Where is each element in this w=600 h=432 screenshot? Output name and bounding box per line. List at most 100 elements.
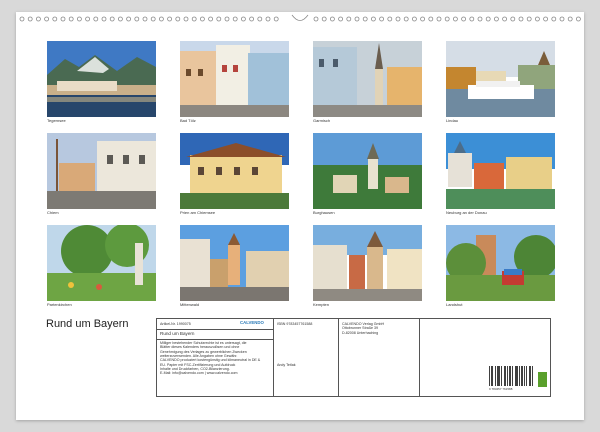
photo-caption: Prien am Chiemsee (180, 210, 216, 215)
fsc-badge (538, 372, 547, 387)
barcode-bar (524, 366, 525, 386)
photo-caption: Bad Tölz (180, 118, 196, 123)
photo-caption: Lindau (446, 118, 459, 123)
binding-ring (469, 16, 475, 22)
binding-ring (403, 16, 409, 22)
barcode-bar (526, 366, 527, 386)
binding-ring (27, 16, 33, 22)
barcode-bar (532, 366, 533, 386)
barcode-bar (517, 366, 518, 386)
photo-caption: Mittenwald (180, 302, 200, 307)
photo-lindau (446, 41, 555, 117)
binding-ring (510, 16, 516, 22)
photo-partenkirchen (47, 225, 156, 301)
binding-ring (428, 16, 434, 22)
binding-ring (257, 16, 263, 22)
binding-ring (101, 16, 107, 22)
publisher-line: D-82008 Unterhaching (342, 330, 379, 335)
barcode-bar (509, 366, 510, 386)
binding-ring (379, 16, 385, 22)
photo-chiem (47, 133, 156, 209)
spiral-binding (16, 14, 584, 26)
barcode-bar (492, 366, 493, 386)
binding-ring (273, 16, 279, 22)
photo-garmisch (313, 41, 422, 117)
divider (157, 329, 273, 330)
divider (338, 319, 339, 396)
binding-ring (126, 16, 131, 22)
binding-ring (502, 16, 508, 22)
binding-ring (240, 16, 246, 22)
photo-burghausen (313, 133, 422, 209)
photo-mittenwald (180, 225, 289, 301)
author: Andy Tetlak (277, 363, 296, 367)
barcode-bar (489, 366, 490, 386)
info-title: Rund um Bayern (160, 331, 195, 336)
binding-ring (199, 16, 205, 22)
divider (273, 319, 274, 396)
binding-ring (354, 16, 360, 22)
binding-ring (329, 16, 335, 22)
calvendo-logo: CALVENDO (240, 320, 264, 325)
photo-prien (180, 133, 289, 209)
photo-caption: Chiem (47, 210, 59, 215)
binding-ring (567, 16, 573, 22)
binding-ring (444, 16, 450, 22)
binding-ring (436, 16, 442, 22)
binding-ring (518, 16, 524, 22)
binding-ring (224, 16, 230, 22)
binding-ring (265, 16, 271, 22)
barcode-bar (504, 366, 505, 386)
binding-ring (208, 16, 214, 22)
barcode-bar (522, 366, 523, 386)
binding-ring (362, 16, 368, 22)
barcode (489, 366, 533, 386)
barcode-bar (530, 366, 531, 386)
binding-ring (576, 16, 581, 22)
barcode-bar (512, 366, 513, 386)
photo-caption: Burghausen (313, 210, 335, 215)
calendar-page: Tegernsee Bad Tölz Garmisch Lindau Chiem… (16, 12, 584, 420)
photo-caption: Landshut (446, 302, 463, 307)
binding-ring (526, 16, 532, 22)
binding-ring (150, 16, 156, 22)
binding-ring (35, 16, 41, 22)
binding-ring (60, 16, 66, 22)
barcode-bar (497, 366, 498, 386)
binding-ring (477, 16, 483, 22)
photo-landshut (446, 225, 555, 301)
photo-neuburg (446, 133, 555, 209)
binding-ring (118, 16, 123, 22)
binding-ring (559, 16, 565, 22)
binding-ring (19, 16, 25, 22)
article-number: Artikel-Nr. 1990075 (160, 322, 191, 326)
photo-caption: Garmisch (313, 118, 331, 123)
binding-ring (411, 16, 417, 22)
barcode-bar (491, 366, 492, 386)
binding-ring (249, 16, 255, 22)
barcode-bar (510, 366, 511, 386)
photo-caption: Kempten (313, 302, 330, 307)
hanger-hook (291, 14, 309, 21)
calendar-title: Rund um Bayern (46, 318, 129, 330)
binding-ring (338, 16, 344, 22)
binding-ring (535, 16, 540, 22)
photo-caption: Neuburg an der Donau (446, 210, 487, 215)
photo-bad-toelz (180, 41, 289, 117)
photo-kempten (313, 225, 422, 301)
binding-ring (485, 16, 491, 22)
binding-ring (44, 16, 50, 22)
binding-ring (175, 16, 181, 22)
binding-ring (452, 16, 458, 22)
binding-ring (370, 16, 376, 22)
binding-ring (68, 16, 74, 22)
binding-ring (52, 16, 58, 22)
photo-caption: Partenkirchen (47, 302, 72, 307)
binding-ring (461, 16, 467, 22)
divider (419, 319, 420, 396)
barcode-bar (516, 366, 517, 386)
barcode-bar (501, 366, 502, 386)
binding-ring (167, 16, 173, 22)
binding-ring (191, 16, 197, 22)
binding-ring (551, 16, 557, 22)
